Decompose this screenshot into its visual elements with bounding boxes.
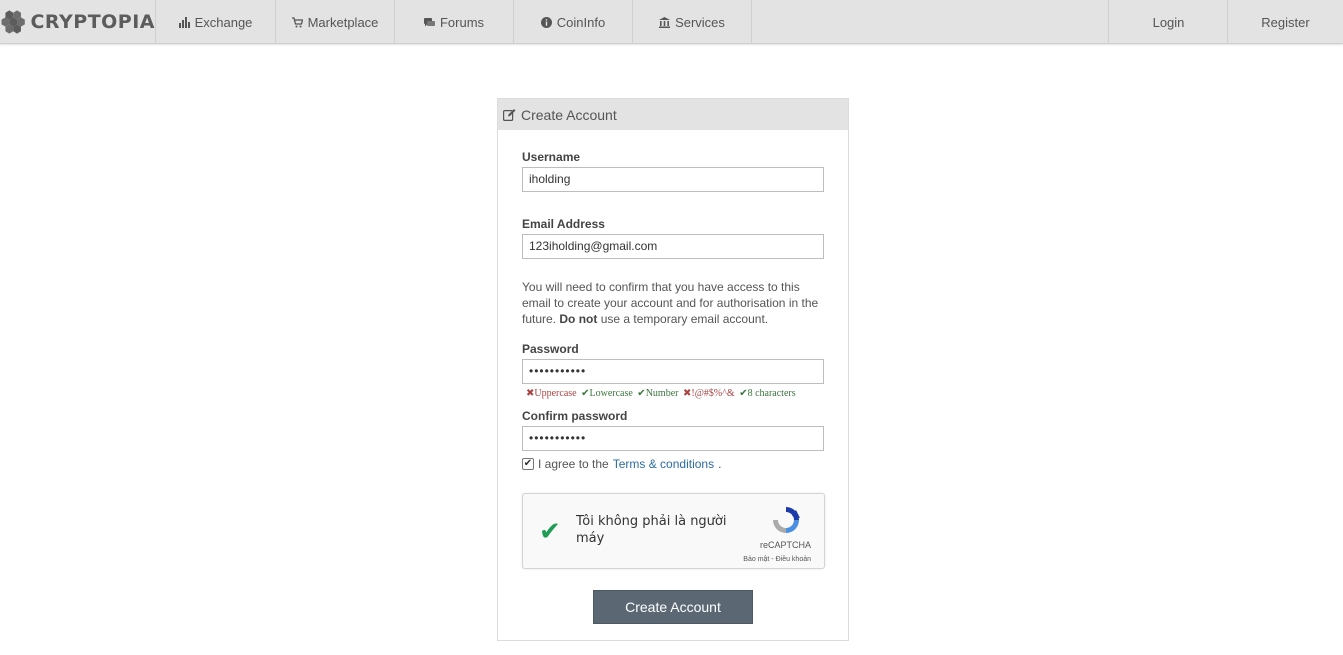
password-rules: ✖Uppercase ✔Lowercase ✔Number ✖!@#$%^& ✔… [526,388,798,399]
brand-name: CRYPTOPIA [30,11,155,33]
email-input[interactable]: 123iholding@gmail.com [522,234,824,259]
rule-lowercase: ✔Lowercase [581,388,633,399]
panel-heading: Create Account [498,99,848,130]
rule-special: ✖!@#$%^& [683,388,735,399]
recaptcha-label: Tôi không phải là người máy [576,514,727,546]
check-icon: ✔ [739,388,748,399]
rule-length-label: 8 characters [747,388,796,399]
comments-icon [423,17,435,26]
panel-title: Create Account [521,106,617,123]
password-label: Password [522,342,579,356]
agree-text: I agree to the [538,457,609,471]
username-input[interactable]: iholding [522,167,824,192]
recaptcha-checkmark-icon[interactable]: ✔ [539,516,561,547]
create-account-button[interactable]: Create Account [593,590,753,624]
nav-marketplace-label: Marketplace [307,14,379,30]
nav-exchange[interactable]: Exchange [156,0,276,44]
create-account-panel: Create Account Username iholding Email A… [497,98,849,641]
rule-uppercase-label: Uppercase [534,388,577,399]
agree-suffix: . [718,457,722,471]
rule-lowercase-label: Lowercase [589,388,633,399]
nav-services[interactable]: Services [633,0,752,44]
nav-marketplace[interactable]: Marketplace [276,0,395,44]
recaptcha-privacy-terms[interactable]: Bảo mật - Điều khoản [743,556,811,563]
top-navbar: CRYPTOPIA Exchange Marketplace Forums Co… [0,0,1343,44]
confirm-password-input[interactable]: ••••••••••• [522,426,824,451]
rule-uppercase: ✖Uppercase [526,388,577,399]
recaptcha-logo-icon [773,507,800,533]
nav-forums-label: Forums [439,14,485,30]
nav-register[interactable]: Register [1227,0,1343,44]
cart-icon [291,16,303,27]
rule-special-label: !@#$%^& [691,388,735,399]
email-help-text: You will need to confirm that you have a… [522,279,822,327]
nav-register-label: Register [1261,14,1310,30]
bar-chart-icon [178,16,190,28]
nav-exchange-label: Exchange [194,14,253,30]
edit-icon [503,109,516,121]
username-label: Username [522,150,581,164]
rule-length: ✔8 characters [739,388,795,399]
email-help-emphasis: Do not [559,312,598,326]
nav-login[interactable]: Login [1108,0,1228,44]
check-icon: ✔ [637,388,646,399]
rule-number-label: Number [645,388,679,399]
nav-coininfo[interactable]: CoinInfo [514,0,633,44]
nav-login-label: Login [1152,14,1185,30]
confirm-password-label: Confirm password [522,409,628,423]
email-label: Email Address [522,217,605,231]
terms-link[interactable]: Terms & conditions [613,457,714,471]
nav-services-label: Services [675,14,725,30]
info-circle-icon [540,16,552,28]
recaptcha-brand: reCAPTCHA [759,540,811,550]
checkmark-icon: ✔ [523,458,533,469]
hexagon-logo-icon [1,10,25,34]
recaptcha-widget[interactable]: ✔ Tôi không phải là người máy reCAPTCHA … [522,493,825,569]
email-help-part-2: use a temporary email account. [597,312,769,326]
nav-coininfo-label: CoinInfo [556,14,606,30]
rule-number: ✔Number [637,388,678,399]
terms-agreement: ✔ I agree to the Terms & conditions. [522,457,721,471]
password-input[interactable]: ••••••••••• [522,359,824,384]
nav-forums[interactable]: Forums [395,0,514,44]
brand-logo[interactable]: CRYPTOPIA [0,0,156,44]
bank-icon [659,16,671,28]
agree-checkbox[interactable]: ✔ [522,458,534,470]
